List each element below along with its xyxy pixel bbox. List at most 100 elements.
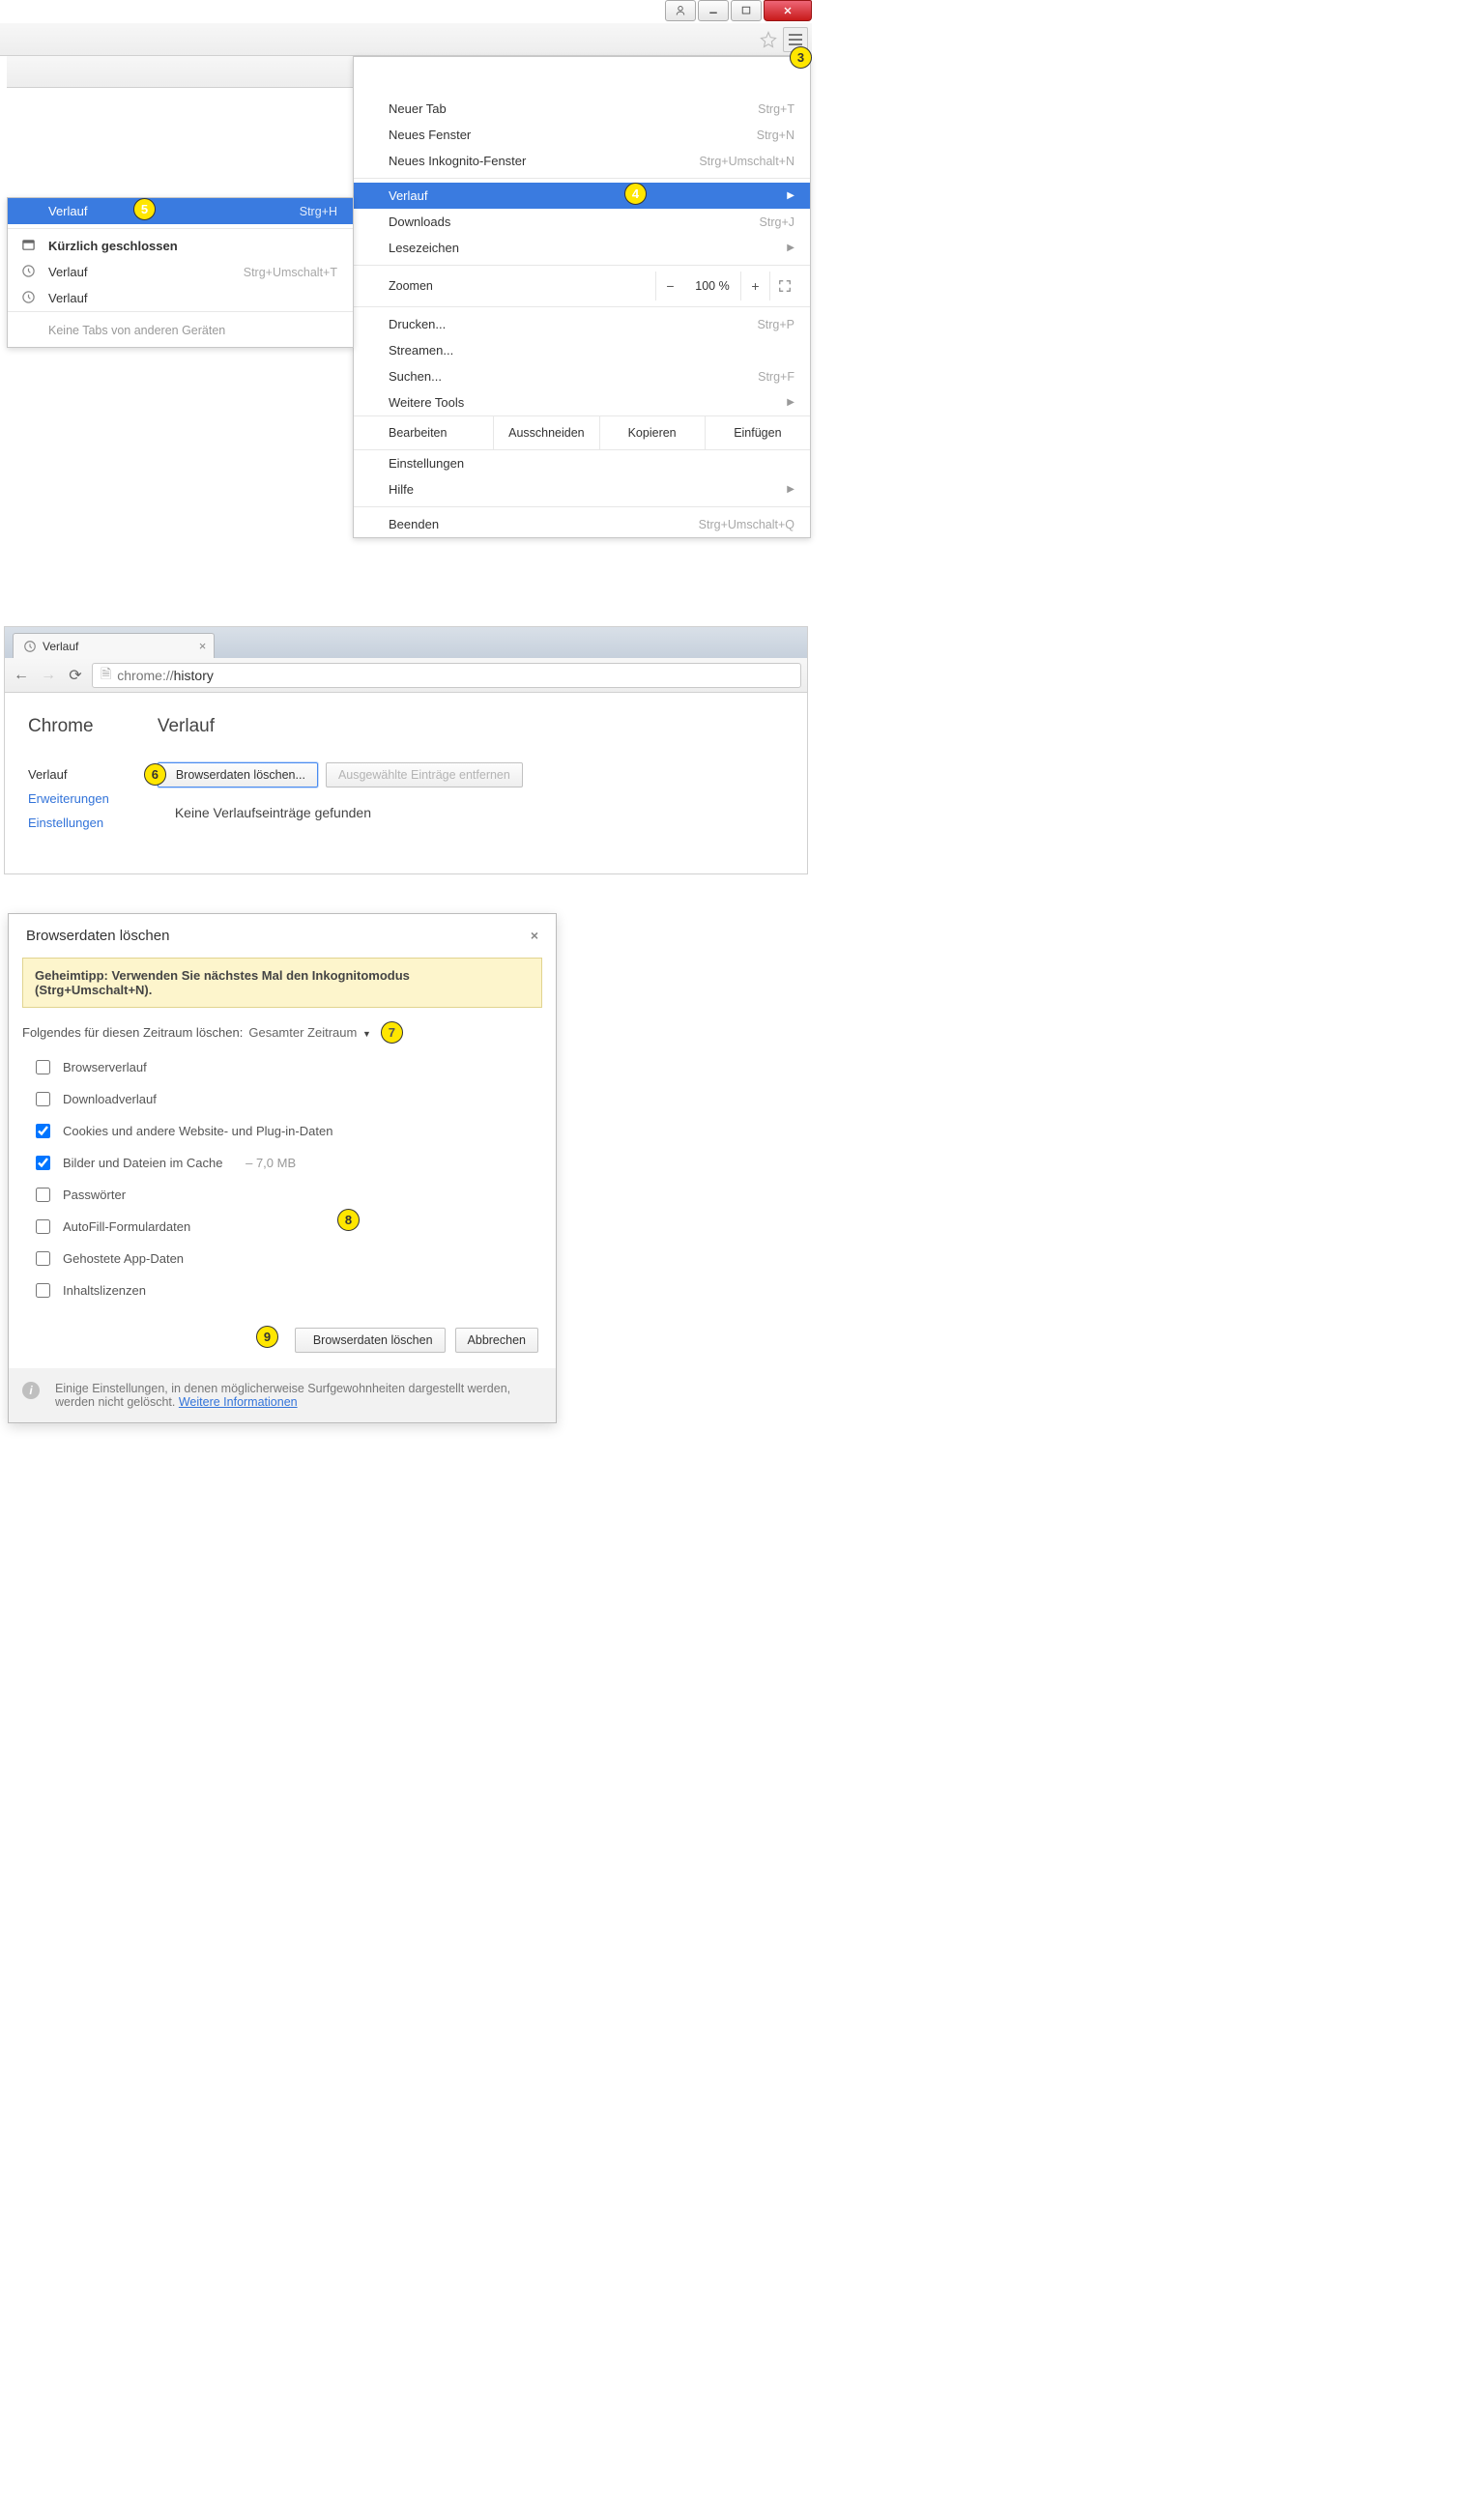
dialog-close-icon[interactable]: × [531, 928, 538, 944]
close-tab-icon[interactable]: × [199, 639, 207, 653]
nav-toolbar: ← → ⟳ 🗎 chrome://history [5, 658, 807, 693]
page-icon: 🗎 [101, 664, 111, 687]
remove-selected-button[interactable]: Ausgewählte Einträge entfernen [326, 762, 523, 788]
chrome-main-menu: Neuer TabStrg+T Neues FensterStrg+N Neue… [353, 56, 811, 538]
time-range-row: Folgendes für diesen Zeitraum löschen: G… [22, 1021, 542, 1044]
submenu-history-head[interactable]: VerlaufStrg+H 5 [8, 198, 353, 224]
url-prefix: chrome:// [117, 668, 173, 683]
callout-9: 9 [256, 1326, 278, 1348]
menu-bookmarks[interactable]: Lesezeichen▶ [354, 235, 810, 261]
callout-3: 3 [790, 46, 812, 69]
checkbox[interactable] [36, 1092, 50, 1106]
maximize-button[interactable] [731, 0, 762, 21]
info-icon: i [22, 1382, 40, 1399]
dialog-footer: i Einige Einstellungen, in denen möglich… [9, 1368, 556, 1422]
history-empty-message: Keine Verlaufseinträge gefunden [158, 801, 523, 820]
clear-browsing-data-button[interactable]: Browserdaten löschen... [158, 762, 318, 788]
checkbox[interactable] [36, 1060, 50, 1074]
zoom-label: Zoomen [389, 279, 433, 293]
dialog-title: Browserdaten löschen [26, 928, 169, 944]
edit-paste[interactable]: Einfügen [705, 416, 810, 449]
menu-find[interactable]: Suchen...Strg+F [354, 363, 810, 389]
menu-history[interactable]: Verlauf▶ 4 [354, 183, 810, 209]
history-submenu: VerlaufStrg+H 5 Kürzlich geschlossen Ver… [7, 197, 354, 348]
time-range-select[interactable]: Gesamter Zeitraum ▼ [248, 1025, 371, 1040]
history-page-window: Verlauf × ← → ⟳ 🗎 chrome://history Chrom… [4, 626, 808, 874]
clear-browsing-data-dialog: Browserdaten löschen × Geheimtipp: Verwe… [8, 913, 557, 1423]
callout-7: 7 [381, 1021, 403, 1044]
zoom-value: 100 % [684, 279, 740, 293]
forward-button[interactable]: → [38, 665, 59, 686]
cbx-cookies[interactable]: Cookies und andere Website- und Plug-in-… [32, 1121, 542, 1141]
callout-5: 5 [133, 198, 156, 220]
checkbox[interactable] [36, 1188, 50, 1202]
cbx-hosted-apps[interactable]: Gehostete App-Daten [32, 1248, 542, 1269]
tab-label: Verlauf [43, 640, 78, 653]
close-window-button[interactable] [764, 0, 812, 21]
side-link-settings[interactable]: Einstellungen [28, 811, 109, 835]
zoom-out-button[interactable]: − [655, 272, 684, 301]
history-icon [23, 640, 37, 653]
edit-copy[interactable]: Kopieren [599, 416, 705, 449]
menu-cast[interactable]: Streamen... [354, 337, 810, 363]
user-button[interactable] [665, 0, 696, 21]
checkbox[interactable] [36, 1124, 50, 1138]
window-titlebar [0, 0, 812, 23]
checkbox[interactable] [36, 1156, 50, 1170]
more-info-link[interactable]: Weitere Informationen [179, 1395, 298, 1409]
dialog-confirm-button[interactable]: Browserdaten löschen [295, 1328, 446, 1353]
omnibox[interactable]: 🗎 chrome://history [92, 663, 801, 688]
menu-print[interactable]: Drucken...Strg+P [354, 311, 810, 337]
page-background [7, 88, 353, 198]
callout-8: 8 [337, 1209, 360, 1231]
menu-exit[interactable]: BeendenStrg+Umschalt+Q [354, 511, 810, 537]
cbx-browsing-history[interactable]: Browserverlauf [32, 1057, 542, 1077]
menu-zoom-row: Zoomen − 100 % + [354, 270, 810, 302]
dialog-cancel-button[interactable]: Abbrechen [455, 1328, 538, 1353]
cache-size: – 7,0 MB [246, 1156, 296, 1170]
tabstrip: Verlauf × [5, 627, 807, 658]
bookmark-star-icon[interactable] [756, 27, 781, 52]
menu-new-incognito[interactable]: Neues Inkognito-FensterStrg+Umschalt+N [354, 148, 810, 174]
tab-history[interactable]: Verlauf × [13, 633, 215, 658]
menu-settings[interactable]: Einstellungen [354, 450, 810, 476]
menu-new-tab[interactable]: Neuer TabStrg+T [354, 96, 810, 122]
minimize-button[interactable] [698, 0, 729, 21]
back-button[interactable]: ← [11, 665, 32, 686]
side-link-history[interactable]: Verlauf [28, 762, 109, 787]
tab-icon [21, 238, 37, 253]
tabstrip-background [7, 56, 353, 88]
menu-downloads[interactable]: DownloadsStrg+J [354, 209, 810, 235]
submenu-recently-closed: Kürzlich geschlossen [8, 233, 353, 259]
menu-edit-row: Bearbeiten Ausschneiden Kopieren Einfüge… [354, 415, 810, 450]
menu-help[interactable]: Hilfe▶ [354, 476, 810, 502]
checkbox[interactable] [36, 1283, 50, 1298]
history-title: Verlauf [158, 716, 523, 737]
side-link-extensions[interactable]: Erweiterungen [28, 787, 109, 811]
zoom-in-button[interactable]: + [740, 272, 769, 301]
submenu-item-1[interactable]: VerlaufStrg+Umschalt+T [8, 259, 353, 285]
chrome-toolbar [0, 23, 812, 56]
reload-button[interactable]: ⟳ [65, 665, 86, 686]
cbx-cache[interactable]: Bilder und Dateien im Cache – 7,0 MB [32, 1153, 542, 1173]
checkbox[interactable] [36, 1219, 50, 1234]
edit-label: Bearbeiten [354, 416, 493, 449]
history-icon [21, 264, 37, 279]
menu-new-window[interactable]: Neues FensterStrg+N [354, 122, 810, 148]
checkbox[interactable] [36, 1251, 50, 1266]
history-icon [21, 290, 37, 305]
callout-4: 4 [624, 183, 647, 205]
edit-cut[interactable]: Ausschneiden [493, 416, 598, 449]
history-main: Verlauf 6 Browserdaten löschen... Ausgew… [158, 716, 523, 835]
time-range-label: Folgendes für diesen Zeitraum löschen: [22, 1025, 243, 1040]
cbx-autofill[interactable]: AutoFill-Formulardaten [32, 1217, 542, 1237]
cbx-download-history[interactable]: Downloadverlauf [32, 1089, 542, 1109]
cbx-passwords[interactable]: Passwörter [32, 1185, 542, 1205]
side-title: Chrome [28, 716, 109, 737]
callout-6: 6 [144, 763, 166, 786]
submenu-item-2[interactable]: Verlauf [8, 285, 353, 311]
fullscreen-icon[interactable] [769, 272, 798, 301]
menu-more-tools[interactable]: Weitere Tools▶ [354, 389, 810, 415]
cbx-licenses[interactable]: Inhaltslizenzen [32, 1280, 542, 1301]
url-rest: history [174, 668, 214, 683]
